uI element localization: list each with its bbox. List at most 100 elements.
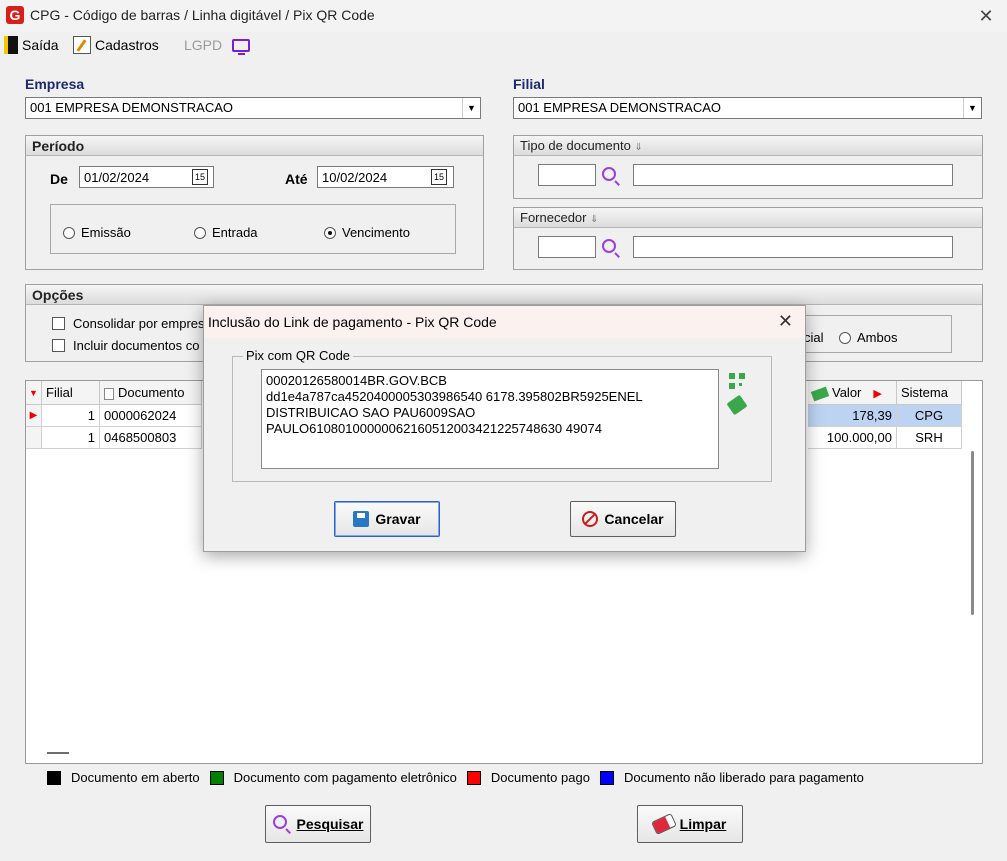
document-icon <box>104 387 114 400</box>
pix-qr-dialog: Inclusão do Link de pagamento - Pix QR C… <box>203 305 806 552</box>
fornecedor-code-input[interactable] <box>538 236 596 258</box>
clear-label: Limpar <box>679 816 727 832</box>
header-sistema[interactable]: Sistema <box>897 381 962 405</box>
tipo-documento-desc-input[interactable] <box>633 164 953 186</box>
legend-blocked-swatch <box>599 770 614 785</box>
register-label: Cadastros <box>95 37 159 53</box>
search-icon <box>272 815 291 833</box>
fornecedor-desc-input[interactable] <box>633 236 953 258</box>
pix-qr-code-textarea[interactable]: 00020126580014BR.GOV.BCB dd1e4a787ca4520… <box>261 369 719 469</box>
chevron-down-icon[interactable]: ▼ <box>963 98 981 118</box>
lgpd-label: LGPD <box>184 37 223 53</box>
legend-electronic-swatch <box>209 770 224 785</box>
cancel-label: Cancelar <box>604 511 664 527</box>
legend-open-swatch <box>47 770 61 785</box>
cell-valor[interactable]: 178,39 <box>808 405 897 427</box>
empresa-label: Empresa <box>25 76 85 92</box>
empresa-select[interactable]: 001 EMPRESA DEMONSTRACAO ▼ <box>25 97 481 119</box>
close-icon[interactable]: ✕ <box>975 5 997 27</box>
radio-entrada-label: Entrada <box>212 225 258 240</box>
title-bar: G CPG - Código de barras / Linha digitáv… <box>0 0 1007 32</box>
consolidar-checkbox[interactable]: Consolidar por empres <box>52 316 205 331</box>
cell-documento[interactable]: 0000062024 <box>100 405 202 427</box>
sort-arrow-icon: ⇓ <box>590 214 599 225</box>
calendar-icon[interactable]: 15 <box>431 169 447 185</box>
radio-dot <box>194 226 206 239</box>
radio-emissao[interactable]: Emissão <box>63 225 131 240</box>
checkbox <box>52 317 65 330</box>
radio-emissao-label: Emissão <box>81 225 131 240</box>
app-logo-icon: G <box>6 6 24 24</box>
tipo-documento-header: Tipo de documento ⇓ <box>514 136 982 156</box>
edit-notepad-icon <box>73 36 91 54</box>
pix-qr-group-label: Pix com QR Code <box>243 348 354 363</box>
filial-select[interactable]: 001 EMPRESA DEMONSTRACAO ▼ <box>513 97 982 119</box>
qr-code-icon[interactable] <box>729 373 745 389</box>
header-filial[interactable]: Filial <box>42 381 100 405</box>
clear-button[interactable]: Limpar <box>637 805 743 843</box>
periodo-group: Período De 01/02/2024 15 Até 10/02/2024 … <box>25 135 484 270</box>
header-documento[interactable]: Documento <box>100 381 202 405</box>
money-icon <box>810 386 830 401</box>
tipo-documento-label: Tipo de documento <box>520 138 631 153</box>
legend-blocked-label: Documento não liberado para pagamento <box>623 770 864 785</box>
save-label: Gravar <box>375 511 421 527</box>
cell-sistema[interactable]: CPG <box>897 405 962 427</box>
empresa-value: 001 EMPRESA DEMONSTRACAO <box>30 100 233 115</box>
calendar-icon[interactable]: 15 <box>192 169 208 185</box>
fornecedor-group: Fornecedor ⇓ <box>513 207 983 270</box>
legend: Documento em aberto Documento com pagame… <box>47 770 864 785</box>
exit-label: Saída <box>22 37 59 53</box>
radio-dot <box>839 331 851 344</box>
cell-filial[interactable]: 1 <box>42 427 100 449</box>
to-label: Até <box>285 171 308 187</box>
opcoes-header: Opções <box>26 285 982 305</box>
search-icon-glyph <box>272 815 287 829</box>
exit-door-icon <box>4 36 18 54</box>
search-icon[interactable] <box>602 239 616 253</box>
tipo-documento-code-input[interactable] <box>538 164 596 186</box>
fornecedor-label: Fornecedor <box>520 210 587 225</box>
header-documento-label: Documento <box>118 385 185 400</box>
toolbar: Saída Cadastros LGPD <box>0 32 1007 58</box>
save-button[interactable]: Gravar <box>334 501 440 537</box>
search-label: Pesquisar <box>296 816 364 832</box>
radio-entrada[interactable]: Entrada <box>194 225 258 240</box>
register-button[interactable]: Cadastros <box>73 35 159 55</box>
row-indicator-icon: ▶ <box>26 405 42 427</box>
sort-arrow-icon: ⇓ <box>634 142 643 153</box>
search-icon[interactable] <box>602 167 616 181</box>
sort-indicator-icon[interactable]: ▼ <box>26 381 42 405</box>
filial-label: Filial <box>513 76 545 92</box>
radio-ambos-label: Ambos <box>857 330 898 345</box>
legend-electronic-label: Documento com pagamento eletrônico <box>233 770 457 785</box>
incluir-checkbox[interactable]: Incluir documentos co <box>52 338 199 353</box>
legend-paid-swatch <box>466 770 481 785</box>
cell-valor[interactable]: 100.000,00 <box>808 427 897 449</box>
save-disk-icon <box>353 511 370 527</box>
radio-ambos[interactable]: Ambos <box>839 330 897 345</box>
exit-button[interactable]: Saída <box>4 35 59 55</box>
dialog-title: Inclusão do Link de pagamento - Pix QR C… <box>204 306 805 338</box>
search-button[interactable]: Pesquisar <box>265 805 371 843</box>
header-valor[interactable]: Valor ▶ <box>808 381 897 405</box>
checkbox <box>52 339 65 352</box>
cell-documento[interactable]: 0468500803 <box>100 427 202 449</box>
window-title: CPG - Código de barras / Linha digitável… <box>30 7 375 23</box>
close-icon[interactable]: ✕ <box>778 311 793 332</box>
cell-filial[interactable]: 1 <box>42 405 100 427</box>
chevron-down-icon[interactable]: ▼ <box>462 98 480 118</box>
lgpd-button[interactable]: LGPD <box>184 35 251 55</box>
eraser-icon <box>650 812 677 836</box>
cancel-button[interactable]: Cancelar <box>570 501 676 537</box>
vertical-scrollbar[interactable] <box>971 451 974 615</box>
payment-tag-icon[interactable] <box>726 394 748 416</box>
cell-sistema[interactable]: SRH <box>897 427 962 449</box>
horizontal-scrollbar[interactable] <box>47 752 69 754</box>
radio-partial-label: cial <box>804 330 824 345</box>
monitor-icon <box>232 38 251 55</box>
tipo-documento-group: Tipo de documento ⇓ <box>513 135 983 199</box>
radio-dot <box>63 226 75 239</box>
radio-vencimento[interactable]: Vencimento <box>324 225 410 240</box>
radio-vencimento-label: Vencimento <box>342 225 410 240</box>
